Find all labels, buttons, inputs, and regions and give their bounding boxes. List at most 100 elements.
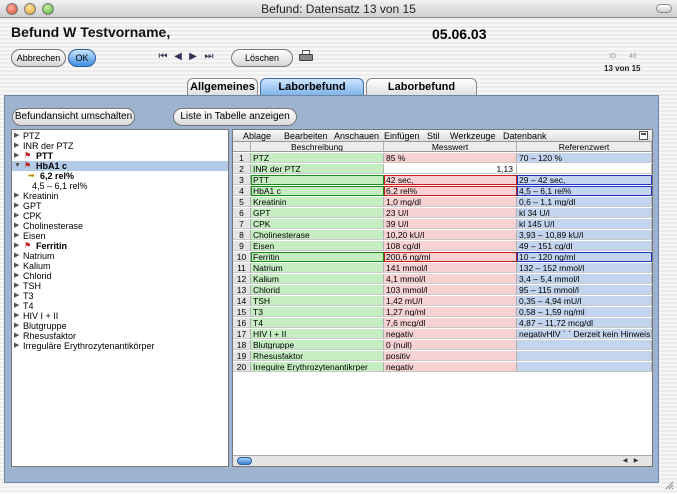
description-cell[interactable]: HbA1 c — [251, 186, 384, 196]
description-cell[interactable]: Irregulre Erythrozytenantikrper — [251, 362, 384, 372]
column-header[interactable]: Beschreibung — [251, 142, 384, 152]
disclosure-closed-icon[interactable]: ▶ — [14, 141, 22, 151]
measured-value-cell[interactable]: 39 U/l — [384, 219, 517, 229]
tree-item[interactable]: ▶ Irreguläre Erythrozytenantikörper — [12, 341, 228, 351]
last-record-icon[interactable]: ⏭ — [203, 51, 215, 62]
measured-value-cell[interactable]: 1,0 mg/dl — [384, 197, 517, 207]
show-list-button[interactable]: Liste in Tabelle anzeigen — [173, 108, 297, 126]
row-number[interactable]: 18 — [233, 340, 251, 350]
tree-item[interactable]: ▶ INR der PTZ — [12, 141, 228, 151]
tree-item[interactable]: ▶ Blutgruppe — [12, 321, 228, 331]
reference-value-cell[interactable]: negativHIV ` ` Derzeit kein Hinweis — [517, 329, 652, 339]
description-cell[interactable]: CPK — [251, 219, 384, 229]
description-cell[interactable]: PTT — [251, 175, 384, 185]
row-number[interactable]: 2 — [233, 164, 251, 174]
reference-value-cell[interactable]: 3,93 – 10,89 kU/l — [517, 230, 652, 240]
reference-value-cell[interactable]: 10 – 120 ng/ml — [517, 252, 652, 262]
tree-item[interactable]: ▶ T4 — [12, 301, 228, 311]
measured-value-cell[interactable]: 1,13 — [384, 164, 517, 174]
description-cell[interactable]: Rhesusfaktor — [251, 351, 384, 361]
tree-item[interactable]: ▶ T3 — [12, 291, 228, 301]
disclosure-closed-icon[interactable]: ▶ — [14, 301, 22, 311]
measured-value-cell[interactable]: negativ — [384, 362, 517, 372]
reference-value-cell[interactable]: 95 – 115 mmol/l — [517, 285, 652, 295]
description-cell[interactable]: Chlorid — [251, 285, 384, 295]
row-number[interactable]: 9 — [233, 241, 251, 251]
reference-value-cell[interactable] — [517, 362, 652, 372]
disclosure-closed-icon[interactable]: ▶ — [14, 241, 22, 251]
measured-value-cell[interactable]: 85 % — [384, 153, 517, 163]
lab-results-tree[interactable]: ▶ PTZ ▶ INR der PTZ ▶ ⚑ PTT ▼ ⚑ HbA1 c ➡ 6,2 rel% 4,… — [11, 129, 229, 467]
disclosure-closed-icon[interactable]: ▶ — [14, 341, 22, 351]
disclosure-closed-icon[interactable]: ▶ — [14, 281, 22, 291]
description-cell[interactable]: Kreatinin — [251, 197, 384, 207]
description-cell[interactable]: PTZ — [251, 153, 384, 163]
disclosure-closed-icon[interactable]: ▶ — [14, 221, 22, 231]
row-number[interactable]: 3 — [233, 175, 251, 185]
row-number[interactable]: 14 — [233, 296, 251, 306]
disclosure-closed-icon[interactable]: ▶ — [14, 201, 22, 211]
column-header[interactable]: Messwert — [384, 142, 517, 152]
reference-value-cell[interactable]: 49 – 151 cg/dl — [517, 241, 652, 251]
row-number[interactable]: 10 — [233, 252, 251, 262]
disclosure-closed-icon[interactable]: ▶ — [14, 291, 22, 301]
measured-value-cell[interactable]: positiv — [384, 351, 517, 361]
measured-value-cell[interactable]: 7,6 mcg/dl — [384, 318, 517, 328]
reference-value-cell[interactable]: 4,87 – 11,72 mcg/dl — [517, 318, 652, 328]
tree-item[interactable]: ▶ Kalium — [12, 261, 228, 271]
description-cell[interactable]: Blutgruppe — [251, 340, 384, 350]
tree-item[interactable]: ▼ ⚑ HbA1 c — [12, 161, 228, 171]
description-cell[interactable]: INR der PTZ — [251, 164, 384, 174]
measured-value-cell[interactable]: 141 mmol/l — [384, 263, 517, 273]
tree-item[interactable]: ▶ Natrium — [12, 251, 228, 261]
reference-value-cell[interactable]: 0,6 – 1,1 mg/dl — [517, 197, 652, 207]
description-cell[interactable]: Eisen — [251, 241, 384, 251]
row-number[interactable]: 13 — [233, 285, 251, 295]
toolbar-toggle-icon[interactable] — [656, 4, 672, 13]
next-record-icon[interactable]: ▶ — [187, 51, 199, 62]
disclosure-closed-icon[interactable]: ▶ — [14, 231, 22, 241]
measured-value-cell[interactable]: 42 sec, — [384, 175, 517, 185]
printer-icon[interactable] — [299, 50, 313, 62]
scrollbar-thumb[interactable] — [237, 457, 252, 465]
row-number[interactable]: 15 — [233, 307, 251, 317]
tree-item[interactable]: ▶ GPT — [12, 201, 228, 211]
tree-item[interactable]: ▶ PTZ — [12, 131, 228, 141]
measured-value-cell[interactable]: 0 (null) — [384, 340, 517, 350]
tree-item[interactable]: ▶ Chlorid — [12, 271, 228, 281]
tree-item[interactable]: ▶ Rhesusfaktor — [12, 331, 228, 341]
tree-item[interactable]: ▶ ⚑ Ferritin — [12, 241, 228, 251]
reference-value-cell[interactable]: 4,5 – 6,1 rel% — [517, 186, 652, 196]
menu-item[interactable]: Anschauen — [334, 131, 379, 141]
description-cell[interactable]: Ferritin — [251, 252, 384, 262]
measured-value-cell[interactable]: negativ — [384, 329, 517, 339]
description-cell[interactable]: Natrium — [251, 263, 384, 273]
reference-value-cell[interactable]: kl 34 U/l — [517, 208, 652, 218]
measured-value-cell[interactable]: 200,6 ng/ml — [384, 252, 517, 262]
row-number[interactable]: 16 — [233, 318, 251, 328]
window-layout-icon[interactable] — [639, 131, 648, 140]
disclosure-closed-icon[interactable]: ▶ — [14, 151, 22, 161]
reference-value-cell[interactable]: 3,4 – 5,4 mmol/l — [517, 274, 652, 284]
tree-item[interactable]: 4,5 – 6,1 rel% — [12, 181, 228, 191]
menu-item[interactable]: Werkzeuge — [450, 131, 495, 141]
tab-laborbefund-digital[interactable]: Laborbefund digital — [260, 78, 364, 109]
description-cell[interactable]: Cholinesterase — [251, 230, 384, 240]
measured-value-cell[interactable]: 1,42 mU/l — [384, 296, 517, 306]
row-number[interactable]: 11 — [233, 263, 251, 273]
tab-laborbefund-manuell[interactable]: Laborbefund manuell — [366, 78, 477, 109]
lab-spreadsheet[interactable]: Ablage Bearbeiten Anschauen Einfügen Stil Wer… — [232, 129, 653, 467]
measured-value-cell[interactable]: 6,2 rel% — [384, 186, 517, 196]
reference-value-cell[interactable]: kl 145 U/l — [517, 219, 652, 229]
ok-button[interactable]: OK — [68, 49, 96, 67]
tree-item[interactable]: ➡ 6,2 rel% — [12, 171, 228, 181]
tree-item[interactable]: ▶ ⚑ PTT — [12, 151, 228, 161]
prev-record-icon[interactable]: ◀ — [172, 51, 184, 62]
resize-grip-icon[interactable] — [664, 480, 674, 490]
reference-value-cell[interactable]: 70 – 120 % — [517, 153, 652, 163]
description-cell[interactable]: Kalium — [251, 274, 384, 284]
first-record-icon[interactable]: ⏮ — [157, 51, 169, 62]
disclosure-closed-icon[interactable]: ▶ — [14, 251, 22, 261]
reference-value-cell[interactable]: 0,58 – 1,59 ng/ml — [517, 307, 652, 317]
tree-item[interactable]: ▶ CPK — [12, 211, 228, 221]
